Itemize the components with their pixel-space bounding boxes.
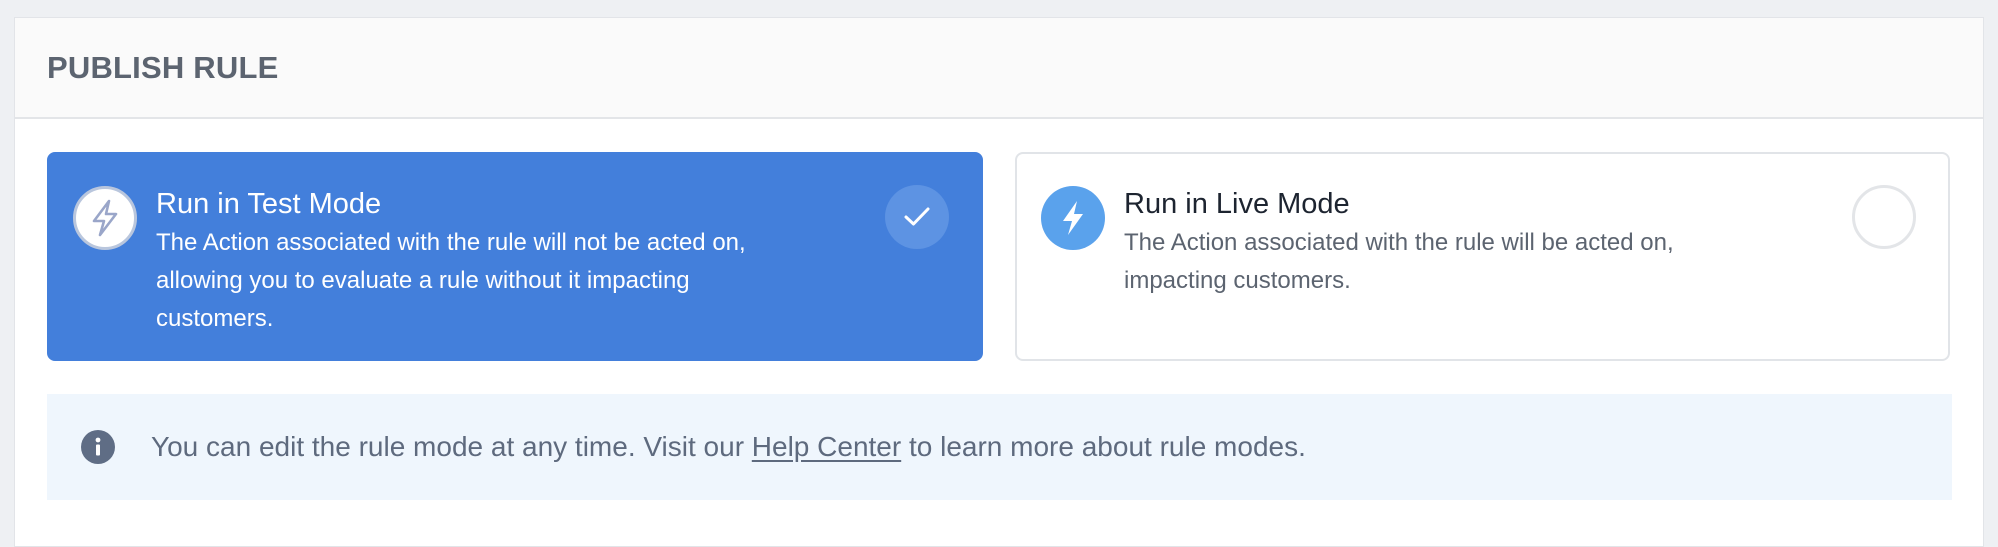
test-mode-description: The Action associated with the rule will… xyxy=(156,229,746,332)
info-text-before: You can edit the rule mode at any time. … xyxy=(151,431,752,462)
live-mode-title: Run in Live Mode xyxy=(1124,188,1350,220)
info-text: You can edit the rule mode at any time. … xyxy=(151,431,1306,463)
info-banner: You can edit the rule mode at any time. … xyxy=(47,394,1952,500)
live-mode-option[interactable]: Run in Live Mode The Action associated w… xyxy=(1015,152,1950,361)
live-mode-description: The Action associated with the rule will… xyxy=(1124,229,1674,294)
live-mode-text: Run in Live Mode The Action associated w… xyxy=(1124,186,1764,300)
info-icon xyxy=(81,430,115,464)
lightning-outline-icon xyxy=(73,186,137,250)
panel-header: PUBLISH RULE xyxy=(15,18,1983,119)
test-mode-radio-checked[interactable] xyxy=(885,185,949,249)
info-text-after: to learn more about rule modes. xyxy=(901,431,1306,462)
help-center-link[interactable]: Help Center xyxy=(752,431,901,462)
panel-title: PUBLISH RULE xyxy=(47,49,279,85)
lightning-filled-icon xyxy=(1041,186,1105,250)
test-mode-title: Run in Test Mode xyxy=(156,188,382,220)
check-icon xyxy=(904,207,930,226)
live-mode-radio[interactable] xyxy=(1852,185,1916,249)
publish-rule-panel: PUBLISH RULE Run in Test Mode The Action… xyxy=(14,17,1984,547)
test-mode-text: Run in Test Mode The Action associated w… xyxy=(156,186,796,338)
mode-options: Run in Test Mode The Action associated w… xyxy=(47,152,1950,361)
test-mode-option[interactable]: Run in Test Mode The Action associated w… xyxy=(47,152,983,361)
